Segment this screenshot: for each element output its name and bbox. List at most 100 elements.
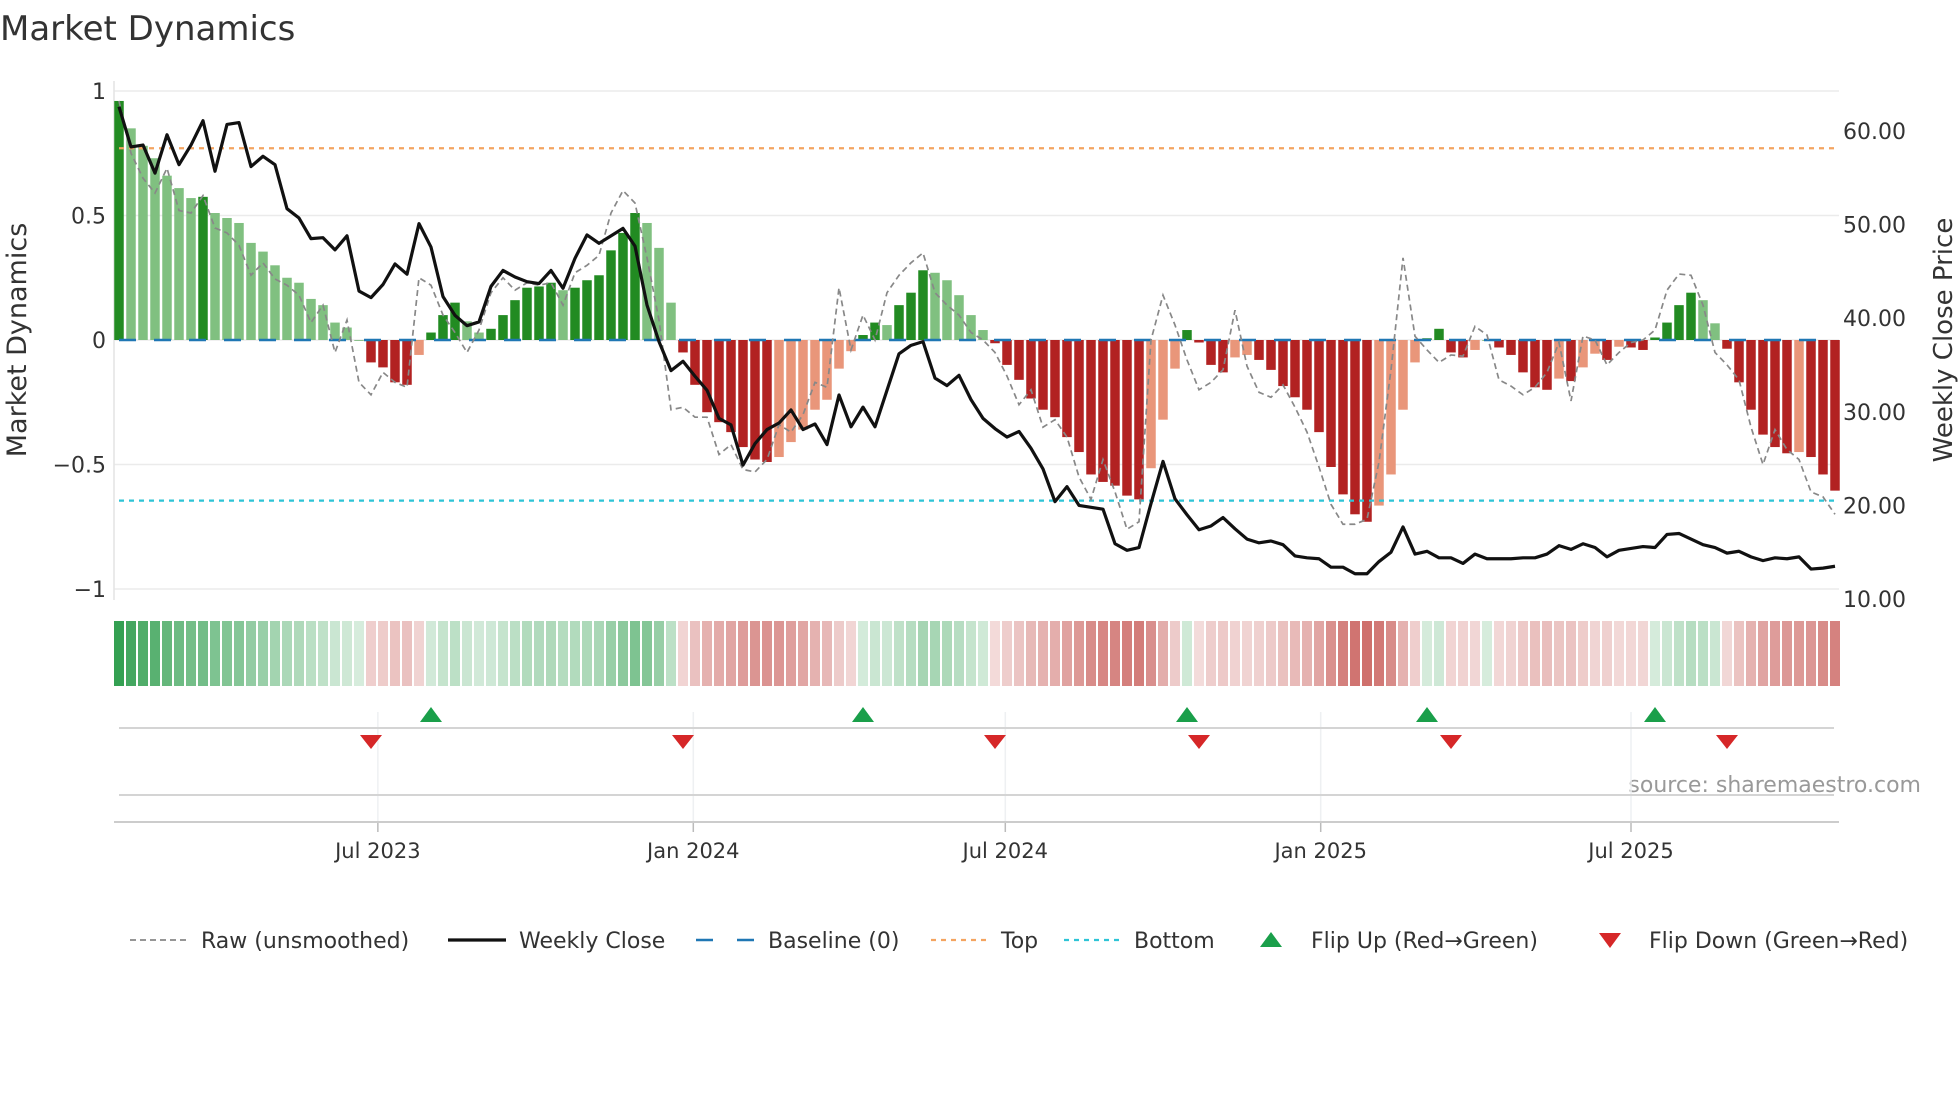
heat-strip-cell: [366, 621, 376, 686]
heat-strip-cell: [1830, 621, 1840, 686]
heat-strip-cell: [846, 621, 856, 686]
heat-strip-cell: [1398, 621, 1408, 686]
heat-strip-cell: [690, 621, 700, 686]
legend-label: Flip Down (Green→Red): [1649, 929, 1908, 954]
momentum-bar: [678, 340, 688, 353]
momentum-bar: [1206, 340, 1216, 365]
momentum-bar: [1446, 340, 1456, 353]
heat-strip-cell: [1542, 621, 1552, 686]
momentum-bar: [546, 282, 556, 340]
flip-down-marker: [672, 735, 694, 749]
momentum-bar: [1758, 340, 1768, 435]
heat-strip-cell: [306, 621, 316, 686]
y2-tick-label: 50.00: [1843, 214, 1906, 239]
heat-strip-cell: [1638, 621, 1648, 686]
heat-strip-cell: [1746, 621, 1756, 686]
momentum-bar: [966, 315, 976, 340]
heat-strip-cell: [1782, 621, 1792, 686]
heat-strip-cell: [318, 621, 328, 686]
y-tick-label: −0.5: [53, 454, 106, 479]
heat-strip-cell: [1026, 621, 1036, 686]
heat-strip-cell: [186, 621, 196, 686]
heat-strip-cell: [498, 621, 508, 686]
heat-strip-cell: [1014, 621, 1024, 686]
momentum-bar: [798, 340, 808, 430]
heat-strip-cell: [522, 621, 532, 686]
heat-strip-cell: [1698, 621, 1708, 686]
heat-strip-cell: [1602, 621, 1612, 686]
heat-strip-cell: [1446, 621, 1456, 686]
momentum-bar: [1506, 340, 1516, 355]
heat-strip-cell: [966, 621, 976, 686]
y-tick-label: 0: [92, 329, 106, 354]
momentum-bar: [1362, 340, 1372, 522]
heat-strip-cell: [1566, 621, 1576, 686]
heat-strip-cell: [630, 621, 640, 686]
heat-strip-cell: [1374, 621, 1384, 686]
heat-strip-cell: [138, 621, 148, 686]
momentum-bar: [162, 175, 172, 340]
legend-flip-up-icon: [1260, 932, 1282, 947]
legend-flip-down-icon: [1599, 933, 1621, 948]
heat-strip-cell: [618, 621, 628, 686]
heat-strip-cell: [1410, 621, 1420, 686]
heat-strip-cell: [1614, 621, 1624, 686]
heat-strip-cell: [114, 621, 124, 686]
heat-strip-cell: [1770, 621, 1780, 686]
heat-strip-cell: [1554, 621, 1564, 686]
heat-strip-cell: [258, 621, 268, 686]
heat-strip-cell: [894, 621, 904, 686]
momentum-bar: [1314, 340, 1324, 433]
heat-strip-cell: [1674, 621, 1684, 686]
momentum-bar: [1038, 340, 1048, 410]
momentum-bar: [762, 340, 772, 463]
momentum-bar: [1746, 340, 1756, 410]
momentum-bar: [1230, 340, 1240, 358]
heat-strip-cell: [1506, 621, 1516, 686]
momentum-bar: [882, 325, 892, 340]
heat-strip-cell: [942, 621, 952, 686]
heat-strip-cell: [1050, 621, 1060, 686]
flip-up-marker: [420, 707, 442, 722]
legend-label: Flip Up (Red→Green): [1311, 929, 1538, 954]
y-axis-title: Market Dynamics: [2, 223, 33, 458]
momentum-bar: [498, 315, 508, 340]
heat-strip-cell: [1482, 621, 1492, 686]
heat-strip-cell: [1158, 621, 1168, 686]
heat-strip-cell: [870, 621, 880, 686]
momentum-bar: [1782, 340, 1792, 454]
heat-strip-cell: [1326, 621, 1336, 686]
momentum-bar: [1830, 340, 1840, 491]
momentum-bar: [810, 340, 820, 410]
heat-strip-cell: [1002, 621, 1012, 686]
momentum-bar: [738, 340, 748, 448]
x-tick-label: Jan 2025: [1272, 839, 1367, 863]
momentum-bar: [366, 340, 376, 363]
heat-strip-cell: [1062, 621, 1072, 686]
heat-strip-cell: [1038, 621, 1048, 686]
heat-strip-cell: [1758, 621, 1768, 686]
heat-strip-cell: [1806, 621, 1816, 686]
heat-strip-cell: [1710, 621, 1720, 686]
heat-strip-cell: [474, 621, 484, 686]
legend: Raw (unsmoothed) Weekly Close Baseline (0)…: [130, 929, 1908, 954]
momentum-bar: [1530, 340, 1540, 388]
heat-strip-cell: [822, 621, 832, 686]
heat-strip-cell: [1230, 621, 1240, 686]
momentum-bar: [522, 287, 532, 340]
momentum-bar: [774, 340, 784, 458]
momentum-bar: [1434, 328, 1444, 340]
heat-strip-cell: [882, 621, 892, 686]
momentum-bar: [1218, 340, 1228, 373]
heat-strip-cell: [1122, 621, 1132, 686]
heat-strip-cell: [390, 621, 400, 686]
heat-strip-cell: [1590, 621, 1600, 686]
heat-strip-cell: [702, 621, 712, 686]
heat-strip-cell: [1386, 621, 1396, 686]
momentum-bar: [1134, 340, 1144, 500]
heat-strip-cell: [294, 621, 304, 686]
heat-strip-cell: [1626, 621, 1636, 686]
heat-strip-cell: [1518, 621, 1528, 686]
momentum-bar: [594, 275, 604, 340]
momentum-bar: [1674, 305, 1684, 340]
